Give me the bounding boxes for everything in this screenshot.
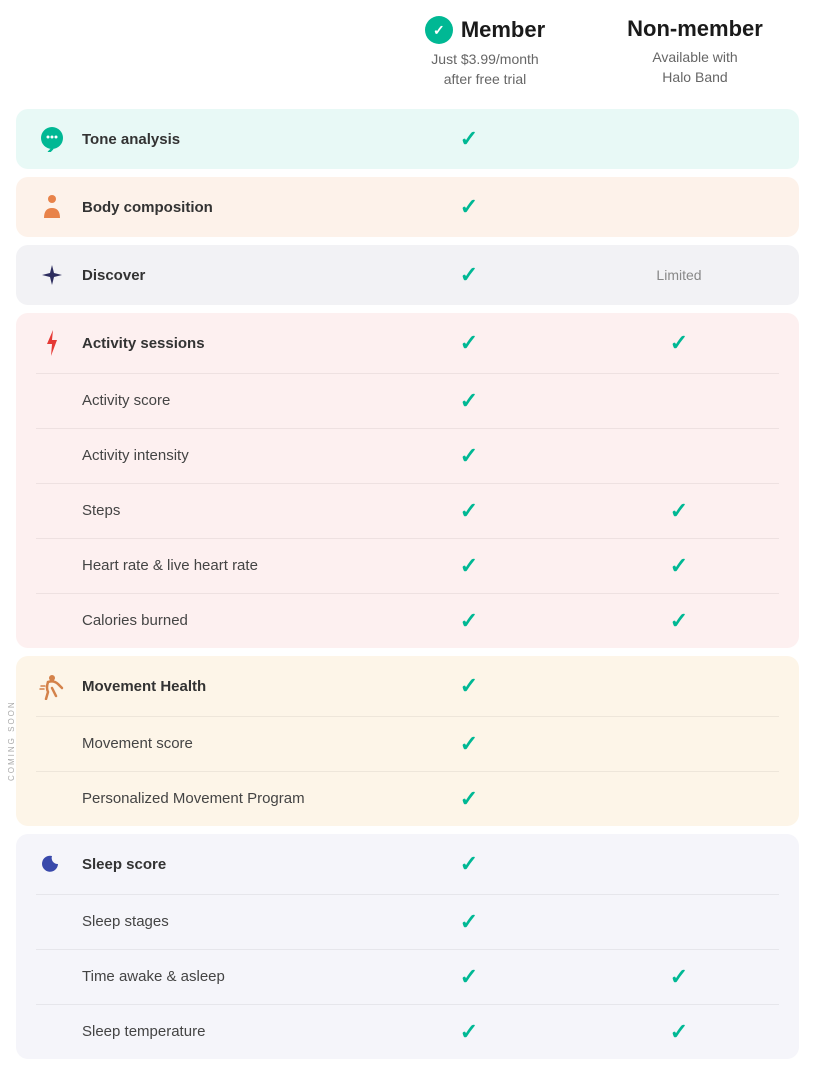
body-composition-row: Body composition ✓ [16,177,799,237]
header: ✓ Member Just $3.99/month after free tri… [0,0,815,109]
tone-icon [36,123,68,155]
movement-icon [36,670,68,702]
activity-intensity-row: Activity intensity ✓ [16,429,799,483]
activity-sessions-label: Activity sessions [82,335,205,352]
body-icon [36,191,68,223]
nonmember-column-header: Non-member Available with Halo Band [595,16,795,87]
heart-rate-row: Heart rate & live heart rate ✓ ✓ [16,539,799,593]
tone-label-area: Tone analysis [36,123,359,155]
activity-intensity-label: Activity intensity [82,447,189,464]
discover-member-check: ✓ [359,262,579,288]
sleep-stages-member: ✓ [359,909,579,935]
nonmember-subtitle: Available with Halo Band [595,48,795,87]
discover-label-area: Discover [36,259,359,291]
tone-analysis-section: Tone analysis ✓ [16,109,799,169]
tone-analysis-label: Tone analysis [82,131,180,148]
heart-rate-label: Heart rate & live heart rate [82,557,258,574]
discover-section: Discover ✓ Limited [16,245,799,305]
activity-score-row: Activity score ✓ [16,374,799,428]
sleep-temperature-nonmember: ✓ [579,1019,779,1045]
activity-label-area: Activity sessions [36,327,359,359]
member-subtitle: Just $3.99/month after free trial [375,50,595,89]
calories-burned-label: Calories burned [82,612,188,629]
discover-label: Discover [82,267,145,284]
discover-icon [36,259,68,291]
member-title: ✓ Member [375,16,595,44]
body-member-check: ✓ [359,194,579,220]
movement-health-label: Movement Health [82,678,206,695]
activity-icon [36,327,68,359]
tone-member-check: ✓ [359,126,579,152]
time-awake-label: Time awake & asleep [82,968,225,985]
sleep-score-label: Sleep score [82,856,166,873]
member-label: Member [461,17,545,43]
calories-burned-nonmember: ✓ [579,608,779,634]
sleep-score-member: ✓ [359,851,579,877]
movement-section-wrapper: COMING SOON Movement Health [0,656,815,826]
personalized-movement-member: ✓ [359,786,579,812]
sleep-icon [36,848,68,880]
sleep-score-row: Sleep score ✓ [16,834,799,894]
movement-health-member: ✓ [359,673,579,699]
activity-intensity-member: ✓ [359,443,579,469]
steps-row: Steps ✓ ✓ [16,484,799,538]
discover-limited-text: Limited [579,267,779,283]
movement-score-row: Movement score ✓ [16,717,799,771]
personalized-movement-label: Personalized Movement Program [82,790,305,807]
steps-nonmember: ✓ [579,498,779,524]
activity-sessions-row: Activity sessions ✓ ✓ [16,313,799,373]
activity-sessions-member-check: ✓ [359,330,579,356]
sleep-section: Sleep score ✓ Sleep stages ✓ Time awake … [16,834,799,1059]
sleep-stages-row: Sleep stages ✓ [16,895,799,949]
activity-section: Activity sessions ✓ ✓ Activity score ✓ A… [16,313,799,648]
sleep-label-area: Sleep score [36,848,359,880]
calories-burned-row: Calories burned ✓ ✓ [16,594,799,648]
activity-score-label: Activity score [82,392,170,409]
steps-label: Steps [82,502,120,519]
time-awake-member: ✓ [359,964,579,990]
body-composition-section: Body composition ✓ [16,177,799,237]
sleep-temperature-member: ✓ [359,1019,579,1045]
coming-soon-label: COMING SOON [7,701,16,782]
movement-health-row: Movement Health ✓ [16,656,799,716]
movement-section: Movement Health ✓ Movement score ✓ Perso… [16,656,799,826]
body-composition-label: Body composition [82,199,213,216]
movement-label-area: Movement Health [36,670,359,702]
steps-member: ✓ [359,498,579,524]
movement-score-member: ✓ [359,731,579,757]
tone-analysis-row: Tone analysis ✓ [16,109,799,169]
activity-score-member: ✓ [359,388,579,414]
heart-rate-nonmember: ✓ [579,553,779,579]
discover-row: Discover ✓ Limited [16,245,799,305]
body-label-area: Body composition [36,191,359,223]
sleep-temperature-row: Sleep temperature ✓ ✓ [16,1005,799,1059]
movement-score-label: Movement score [82,735,193,752]
activity-sessions-nonmember-check: ✓ [579,330,779,356]
sleep-stages-label: Sleep stages [82,913,169,930]
heart-rate-member: ✓ [359,553,579,579]
personalized-movement-row: Personalized Movement Program ✓ [16,772,799,826]
sleep-temperature-label: Sleep temperature [82,1023,205,1040]
time-awake-nonmember: ✓ [579,964,779,990]
calories-burned-member: ✓ [359,608,579,634]
time-awake-row: Time awake & asleep ✓ ✓ [16,950,799,1004]
member-check-icon: ✓ [425,16,453,44]
member-column-header: ✓ Member Just $3.99/month after free tri… [375,16,595,89]
nonmember-label: Non-member [595,16,795,42]
